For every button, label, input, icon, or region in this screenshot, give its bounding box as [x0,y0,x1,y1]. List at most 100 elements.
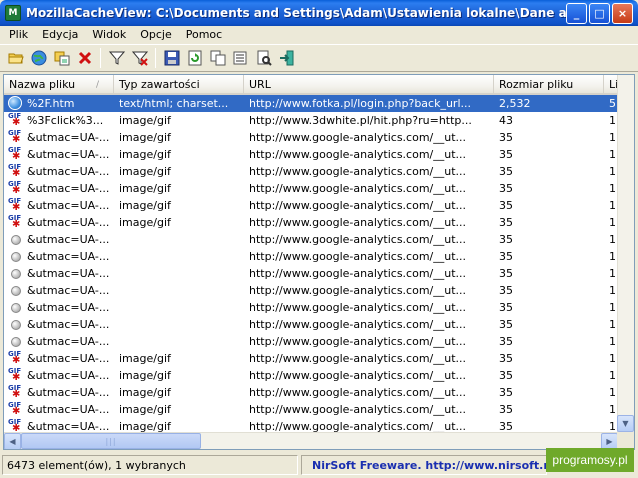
cell-last: 1 [609,403,616,416]
copy-button[interactable] [206,47,229,69]
cell-file-size: 43 [499,114,513,127]
file-name-text: &utmac=UA-... [27,182,110,195]
menu-opcje[interactable]: Opcje [133,27,179,43]
table-row[interactable]: GIF ✱ &utmac=UA-... image/gif http://www.goo… [4,197,618,214]
table-row[interactable]: GIF ✱ %3Fclick%3... image/gif http://www.3dw… [4,112,618,129]
cell-file-size: 35 [499,199,513,212]
horizontal-scroll-thumb[interactable]: ||| [21,433,201,449]
gif-image-icon: GIF ✱ [8,401,22,417]
menu-bar: Plik Edycja Widok Opcje Pomoc [0,26,638,44]
cell-last: 1 [609,352,616,365]
cell-file-name: GIF ✱ &utmac=UA-... [4,197,114,214]
vertical-scrollbar[interactable]: ▼ [617,75,634,432]
sort-ascending-icon: / [95,80,99,90]
table-row[interactable]: &utmac=UA-... http://www.google-analytics… [4,316,618,333]
select-all-icon [233,51,246,65]
cell-file-name: GIF ✱ %3Fclick%3... [4,112,114,129]
toolbar-separator [100,48,101,68]
menu-plik[interactable]: Plik [2,27,35,43]
column-header-size[interactable]: Rozmiar pliku [494,75,604,95]
horizontal-scrollbar[interactable]: ◀ ||| ▶ [4,432,618,449]
filter-remove-button[interactable] [128,47,151,69]
title-bar[interactable]: M MozillaCacheView: C:\Documents and Set… [0,0,638,26]
column-header-name[interactable]: Nazwa pliku / [4,75,114,95]
table-row[interactable]: GIF ✱ &utmac=UA-... image/gif http://www.goo… [4,214,618,231]
gif-image-icon: GIF ✱ [8,197,22,213]
table-row[interactable]: GIF ✱ &utmac=UA-... image/gif http://www.goo… [4,384,618,401]
cell-file-name: GIF ✱ &utmac=UA-... [4,350,114,367]
cache-list[interactable]: Nazwa pliku / Typ zawartości URL Rozmiar… [3,74,635,450]
toolbar-separator [155,48,156,68]
cell-file-size: 35 [499,216,513,229]
html-page-icon [8,95,24,112]
unknown-file-icon [8,249,24,265]
table-row[interactable]: GIF ✱ &utmac=UA-... image/gif http://www.goo… [4,129,618,146]
cell-content-type: image/gif [119,216,171,229]
file-name-text: &utmac=UA-... [27,216,110,229]
gif-image-icon: GIF ✱ [8,214,22,230]
cell-url: http://www.google-analytics.com/__ut... [249,386,467,399]
menu-edycja[interactable]: Edycja [35,27,85,43]
cell-file-name: GIF ✱ &utmac=UA-... [4,146,114,163]
gif-image-icon: GIF ✱ [8,367,22,383]
floppy-disk-icon [164,50,179,66]
table-row[interactable]: GIF ✱ &utmac=UA-... image/gif http://www.goo… [4,146,618,163]
filter-button[interactable] [105,47,128,69]
table-row[interactable]: GIF ✱ &utmac=UA-... image/gif http://www.goo… [4,401,618,418]
cell-last: 1 [609,165,616,178]
file-name-text: &utmac=UA-... [27,318,110,331]
refresh-button[interactable] [183,47,206,69]
globe-button[interactable] [27,47,50,69]
table-row[interactable]: GIF ✱ &utmac=UA-... image/gif http://www.goo… [4,367,618,384]
exit-button[interactable] [275,47,298,69]
cell-url: http://www.google-analytics.com/__ut... [249,301,467,314]
gif-image-icon: GIF ✱ [8,350,22,366]
table-row[interactable]: &utmac=UA-... http://www.google-analytics… [4,265,618,282]
table-row[interactable]: &utmac=UA-... http://www.google-analytics… [4,282,618,299]
file-name-text: &utmac=UA-... [27,250,110,263]
delete-icon [78,51,91,65]
scroll-corner [617,432,634,449]
cell-content-type: image/gif [119,352,171,365]
cell-last: 1 [609,267,616,280]
globe-icon [31,50,46,66]
select-all-button[interactable] [229,47,252,69]
table-row[interactable]: &utmac=UA-... http://www.google-analytics… [4,333,618,350]
cell-url: http://www.google-analytics.com/__ut... [249,216,467,229]
table-row[interactable]: GIF ✱ &utmac=UA-... image/gif http://www.goo… [4,350,618,367]
nirsoft-link[interactable]: NirSoft Freeware. http://www.nirsoft.net [301,455,564,475]
table-row[interactable]: &utmac=UA-... http://www.google-analytics… [4,248,618,265]
cell-file-name: &utmac=UA-... [4,248,114,265]
scroll-left-icon[interactable]: ◀ [4,433,21,449]
filter-icon [108,51,125,65]
column-header-url[interactable]: URL [244,75,494,95]
window-title: MozillaCacheView: C:\Documents and Setti… [26,6,586,20]
table-row[interactable]: GIF ✱ &utmac=UA-... image/gif http://www.goo… [4,163,618,180]
save-button[interactable] [160,47,183,69]
cell-file-name: GIF ✱ &utmac=UA-... [4,180,114,197]
cell-content-type: image/gif [119,199,171,212]
close-button[interactable]: × [612,3,633,24]
table-row[interactable]: %2F.htm text/html; charset... http://www.f… [4,95,618,112]
cell-content-type: image/gif [119,403,171,416]
cell-last: 1 [609,250,616,263]
gif-image-icon: GIF ✱ [8,112,22,128]
column-header-type[interactable]: Typ zawartości [114,75,244,95]
delete-button[interactable] [73,47,96,69]
cell-file-size: 35 [499,335,513,348]
cell-file-name: GIF ✱ &utmac=UA-... [4,401,114,418]
table-row[interactable]: &utmac=UA-... http://www.google-analytics… [4,231,618,248]
copy-files-button[interactable] [50,47,73,69]
cell-url: http://www.google-analytics.com/__ut... [249,131,467,144]
open-folder-button[interactable] [4,47,27,69]
table-row[interactable]: &utmac=UA-... http://www.google-analytics… [4,299,618,316]
maximize-button[interactable]: □ [589,3,610,24]
menu-widok[interactable]: Widok [85,27,133,43]
table-row[interactable]: GIF ✱ &utmac=UA-... image/gif http://www.goo… [4,180,618,197]
cell-last: 1 [609,335,616,348]
properties-button[interactable] [252,47,275,69]
minimize-button[interactable]: _ [566,3,587,24]
scroll-down-icon[interactable]: ▼ [617,415,634,432]
menu-pomoc[interactable]: Pomoc [179,27,229,43]
list-header: Nazwa pliku / Typ zawartości URL Rozmiar… [4,75,634,95]
